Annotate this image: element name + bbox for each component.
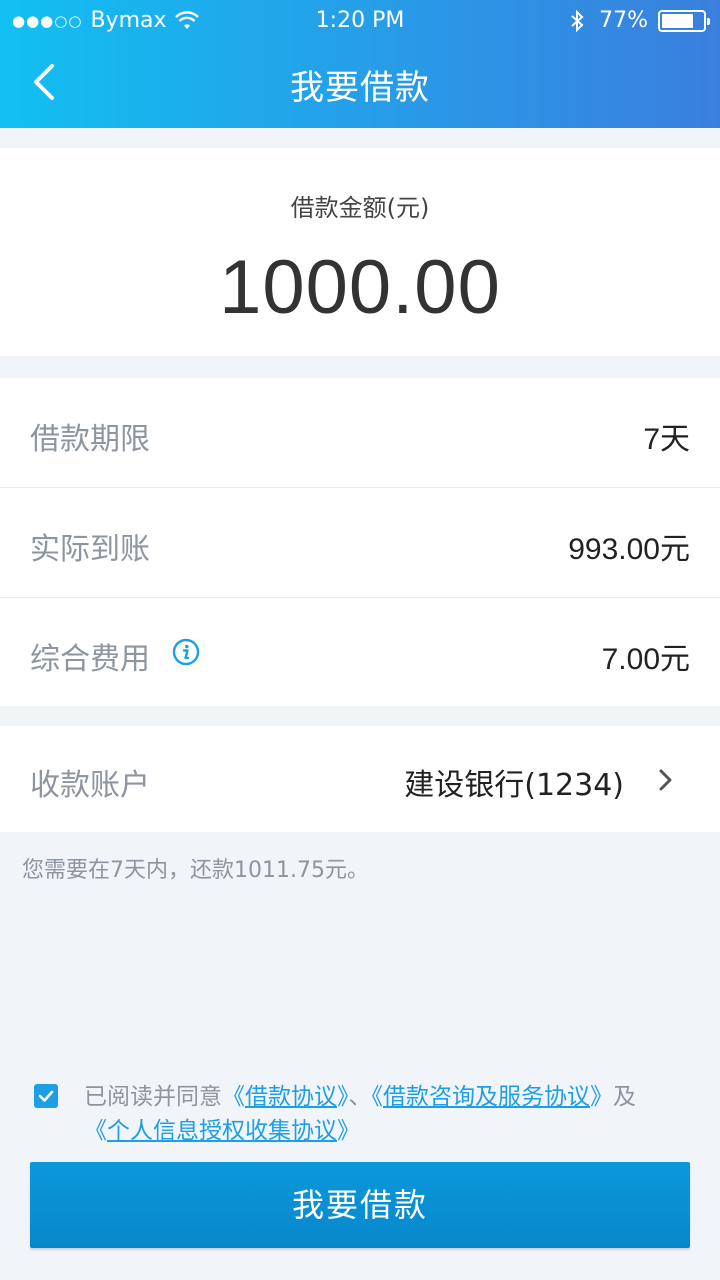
- repayment-notice: 您需要在7天内，还款1011.75元。: [22, 858, 369, 883]
- term-label: 借款期限: [30, 422, 150, 457]
- amount-value[interactable]: 1000.00: [0, 244, 720, 331]
- status-bar: ●●●○○ Bymax 1:20 PM 77%: [0, 0, 720, 40]
- row-received: 实际到账 993.00元: [0, 488, 720, 598]
- bluetooth-icon: [571, 9, 584, 32]
- fee-value: 7.00元: [601, 643, 690, 676]
- amount-card: 借款金额(元) 1000.00: [0, 148, 720, 356]
- fee-label: 综合费用: [30, 642, 150, 677]
- detail-card: 借款期限 7天 实际到账 993.00元 综合费用 7.00元: [0, 378, 720, 706]
- quote-open: 《: [371, 1084, 384, 1110]
- link-privacy-agreement[interactable]: 个人信息授权收集协议: [107, 1118, 337, 1144]
- row-fee: 综合费用 7.00元: [0, 598, 720, 708]
- received-label: 实际到账: [30, 532, 150, 567]
- quote-open: 《: [222, 1084, 245, 1110]
- account-row[interactable]: 收款账户 建设银行(1234): [0, 726, 720, 832]
- nav-bar: 我要借款: [0, 40, 720, 128]
- link-loan-agreement[interactable]: 借款协议: [245, 1084, 337, 1110]
- quote-open: 《: [84, 1118, 107, 1144]
- page-title: 我要借款: [290, 68, 430, 108]
- agreement-sep: 、: [348, 1084, 372, 1110]
- account-value: 建设银行(1234): [404, 768, 624, 803]
- row-term: 借款期限 7天: [0, 378, 720, 488]
- battery-percent: 77%: [599, 8, 648, 33]
- agree-checkbox[interactable]: [34, 1084, 58, 1108]
- quote-close: 》: [337, 1118, 360, 1144]
- battery-fill: [662, 13, 693, 28]
- header: ●●●○○ Bymax 1:20 PM 77% 我要借款: [0, 0, 720, 128]
- agreement-prefix: 已阅读并同意: [84, 1084, 222, 1110]
- status-right: 77%: [569, 8, 710, 33]
- agreement-and: 及: [613, 1084, 636, 1110]
- battery-icon: [658, 9, 710, 32]
- info-icon[interactable]: [172, 638, 200, 666]
- submit-loan-button[interactable]: 我要借款: [30, 1162, 690, 1248]
- agreement-text: 已阅读并同意《借款协议》、《借款咨询及服务协议》及 《个人信息授权收集协议》: [84, 1080, 704, 1148]
- checkmark-icon: [38, 1090, 54, 1102]
- received-value: 993.00元: [568, 533, 690, 566]
- term-value: 7天: [643, 423, 690, 456]
- amount-label: 借款金额(元): [290, 194, 430, 222]
- quote-close: 》: [337, 1084, 349, 1110]
- quote-close: 》: [590, 1084, 613, 1110]
- chevron-right-icon: [659, 769, 672, 791]
- link-service-agreement[interactable]: 借款咨询及服务协议: [383, 1084, 590, 1110]
- account-label: 收款账户: [30, 768, 150, 803]
